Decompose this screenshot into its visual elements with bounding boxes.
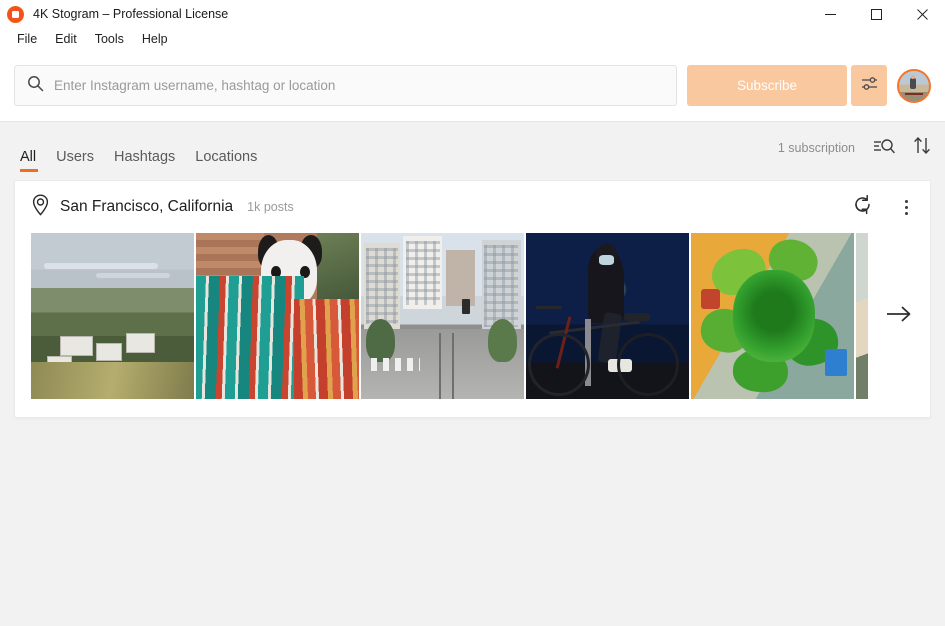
- tab-hashtags[interactable]: Hashtags: [104, 149, 185, 172]
- minimize-button[interactable]: [807, 0, 853, 28]
- sliders-icon: [860, 74, 879, 98]
- menu-item-tools[interactable]: Tools: [86, 30, 133, 48]
- more-vertical-icon: [905, 199, 908, 203]
- subscription-title: San Francisco, California: [60, 198, 234, 215]
- tab-users[interactable]: Users: [46, 149, 104, 172]
- thumbnail-item[interactable]: [691, 233, 854, 399]
- location-pin-icon: [31, 193, 50, 221]
- search-box[interactable]: [14, 65, 677, 106]
- close-button[interactable]: [899, 0, 945, 28]
- next-photos-button[interactable]: [868, 233, 930, 399]
- subscription-card-header: San Francisco, California 1k posts: [15, 181, 930, 233]
- menu-item-edit[interactable]: Edit: [46, 30, 86, 48]
- window-controls: [807, 0, 945, 28]
- thumbnail-item[interactable]: [196, 233, 359, 399]
- avatar[interactable]: [897, 68, 931, 103]
- filter-search-button[interactable]: [873, 137, 895, 160]
- title-bar: 4K Stogram – Professional License: [0, 0, 945, 28]
- tab-bar-actions: 1 subscription: [778, 136, 931, 166]
- arrow-right-icon: [886, 305, 912, 328]
- subscribe-button[interactable]: Subscribe: [687, 65, 847, 106]
- tab-all[interactable]: All: [14, 149, 46, 172]
- subscription-card[interactable]: San Francisco, California 1k posts: [14, 180, 931, 418]
- refresh-button[interactable]: [852, 194, 873, 220]
- menu-bar: File Edit Tools Help: [0, 28, 945, 50]
- subscription-post-count: 1k posts: [247, 200, 294, 214]
- thumbnail-item[interactable]: [856, 233, 868, 399]
- thumbnail-strip-wrapper: [15, 233, 930, 417]
- thumbnail-item[interactable]: [31, 233, 194, 399]
- maximize-button[interactable]: [853, 0, 899, 28]
- menu-item-file[interactable]: File: [8, 30, 46, 48]
- tab-locations[interactable]: Locations: [185, 149, 267, 172]
- refresh-icon: [852, 194, 873, 220]
- window-title: 4K Stogram – Professional License: [33, 7, 229, 21]
- search-settings-button[interactable]: [851, 65, 887, 106]
- search-input[interactable]: [54, 78, 664, 93]
- sort-arrows-icon: [913, 136, 931, 160]
- more-options-button[interactable]: [899, 198, 914, 217]
- filter-tab-bar: All Users Hashtags Locations 1 subscript…: [0, 122, 945, 180]
- tabs: All Users Hashtags Locations: [14, 122, 267, 180]
- menu-item-help[interactable]: Help: [133, 30, 177, 48]
- search-icon: [27, 75, 44, 97]
- app-window: 4K Stogram – Professional License File E…: [0, 0, 945, 626]
- thumbnail-item[interactable]: [361, 233, 524, 399]
- thumbnail-item[interactable]: [526, 233, 689, 399]
- filter-search-icon: [873, 137, 895, 160]
- subscription-count: 1 subscription: [777, 141, 855, 155]
- subscription-list: San Francisco, California 1k posts: [0, 180, 945, 626]
- app-logo-icon: [7, 5, 24, 23]
- thumbnail-strip[interactable]: [31, 233, 868, 399]
- sort-button[interactable]: [913, 136, 931, 160]
- subscription-card-actions: [852, 194, 914, 220]
- search-header: Subscribe: [0, 50, 945, 122]
